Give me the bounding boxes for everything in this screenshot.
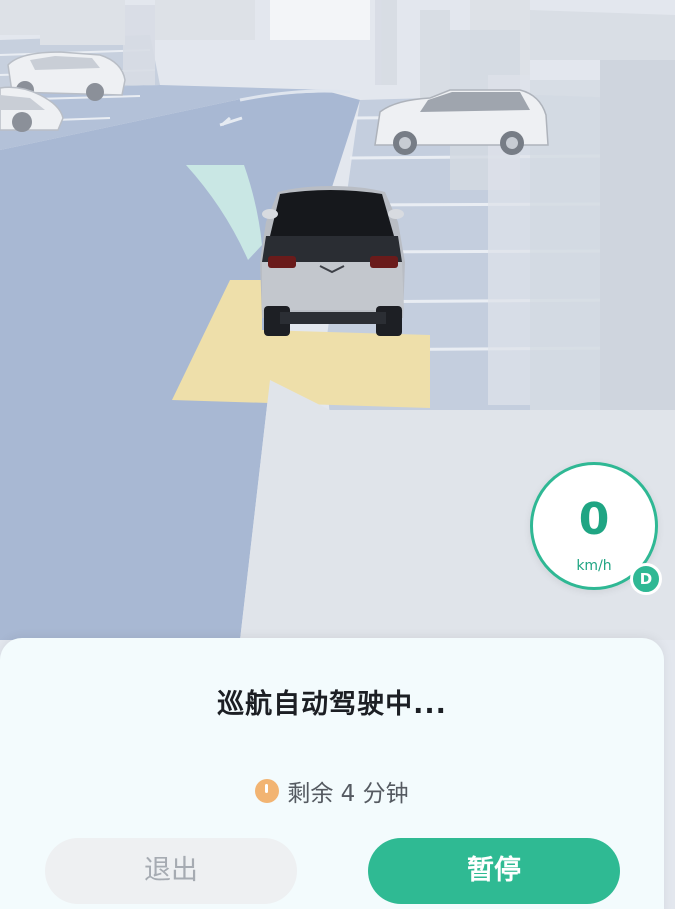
status-title: 巡航自动驾驶中...	[217, 689, 447, 720]
parking-screen: 0 km/h D 巡航自动驾驶中... 剩余 4 分钟 退出 暂停	[0, 0, 675, 909]
pause-button[interactable]: 暂停	[368, 838, 620, 904]
exit-button[interactable]: 退出	[45, 838, 297, 904]
control-panel: 巡航自动驾驶中... 剩余 4 分钟 退出 暂停	[0, 638, 664, 909]
gear-badge: D	[630, 563, 662, 595]
ego-vehicle	[260, 186, 405, 336]
remaining-time-label: 剩余 4 分钟	[287, 781, 409, 807]
speed-value: 0	[578, 494, 610, 545]
timer-icon	[255, 779, 280, 803]
remaining-time: 剩余 4 分钟	[0, 774, 664, 808]
